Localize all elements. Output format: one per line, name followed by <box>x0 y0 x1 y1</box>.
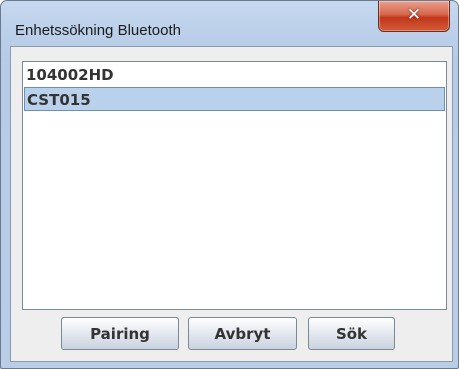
list-item-label: 104002HD <box>26 66 114 84</box>
list-item-104002hd[interactable]: 104002HD <box>24 63 445 87</box>
close-button[interactable]: ✕ <box>378 1 450 32</box>
cancel-button[interactable]: Avbryt <box>188 317 297 350</box>
list-item-cst015[interactable]: CST015 <box>24 87 445 111</box>
dialog-content: 104002HD CST015 Pairing Avbryt Sök <box>10 46 453 362</box>
close-icon: ✕ <box>406 5 422 25</box>
pairing-button[interactable]: Pairing <box>61 317 179 350</box>
search-button[interactable]: Sök <box>308 317 395 350</box>
title-bar[interactable]: Enhetssökning Bluetooth ✕ <box>1 1 458 45</box>
device-list[interactable]: 104002HD CST015 <box>22 61 447 310</box>
list-item-label: CST015 <box>27 91 91 109</box>
bluetooth-device-search-window: Enhetssökning Bluetooth ✕ 104002HD CST01… <box>0 0 459 369</box>
window-title: Enhetssökning Bluetooth <box>15 22 181 39</box>
